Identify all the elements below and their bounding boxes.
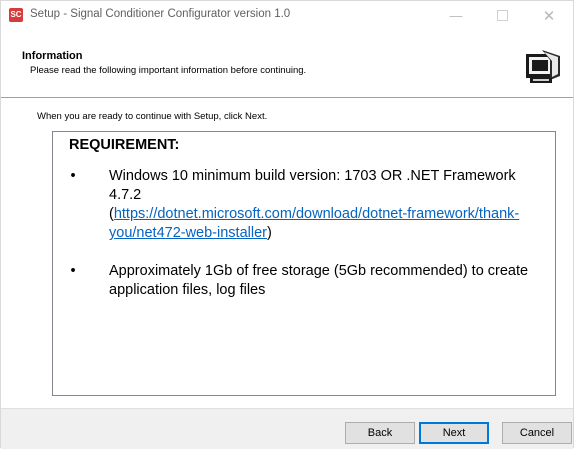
page-subtitle: Please read the following important info… [30, 65, 307, 76]
link-close-paren: ) [266, 225, 272, 241]
setup-computer-icon [526, 50, 560, 83]
storage-requirement: Approximately 1Gb of free storage (5Gb r… [109, 263, 529, 298]
page-title: Information [22, 50, 83, 62]
bullet: • [70, 263, 76, 279]
list-item: • Windows 10 minimum build version: 1703… [63, 167, 543, 247]
requirement-os-text: Windows 10 minimum build version: 1703 O… [109, 167, 529, 243]
button-bar: Back Next Cancel [1, 408, 573, 449]
dotnet-download-link[interactable]: https://dotnet.microsoft.com/download/do… [109, 206, 519, 241]
os-requirement: Windows 10 minimum build version: 1703 O… [109, 168, 516, 203]
title-bar[interactable]: SC Setup - Signal Conditioner Configurat… [1, 1, 573, 30]
window-title: Setup - Signal Conditioner Configurator … [30, 8, 291, 20]
information-memo[interactable]: REQUIREMENT: • Windows 10 minimum build … [52, 131, 556, 396]
intro-text: When you are ready to continue with Setu… [37, 111, 268, 122]
minimize-button[interactable]: — [433, 3, 479, 28]
back-button[interactable]: Back [345, 422, 415, 444]
maximize-button [479, 3, 525, 28]
setup-window: SC Setup - Signal Conditioner Configurat… [0, 0, 574, 449]
next-button[interactable]: Next [419, 422, 489, 444]
close-button[interactable]: ✕ [526, 3, 572, 28]
requirement-heading: REQUIREMENT: [69, 137, 180, 153]
bullet: • [70, 168, 76, 184]
wizard-header: Information Please read the following im… [1, 30, 573, 98]
list-item: • Approximately 1Gb of free storage (5Gb… [63, 262, 543, 302]
close-icon: ✕ [542, 7, 556, 25]
cancel-button[interactable]: Cancel [502, 422, 572, 444]
maximize-icon [496, 10, 508, 21]
minimize-icon: — [449, 8, 463, 23]
app-icon: SC [9, 8, 23, 22]
